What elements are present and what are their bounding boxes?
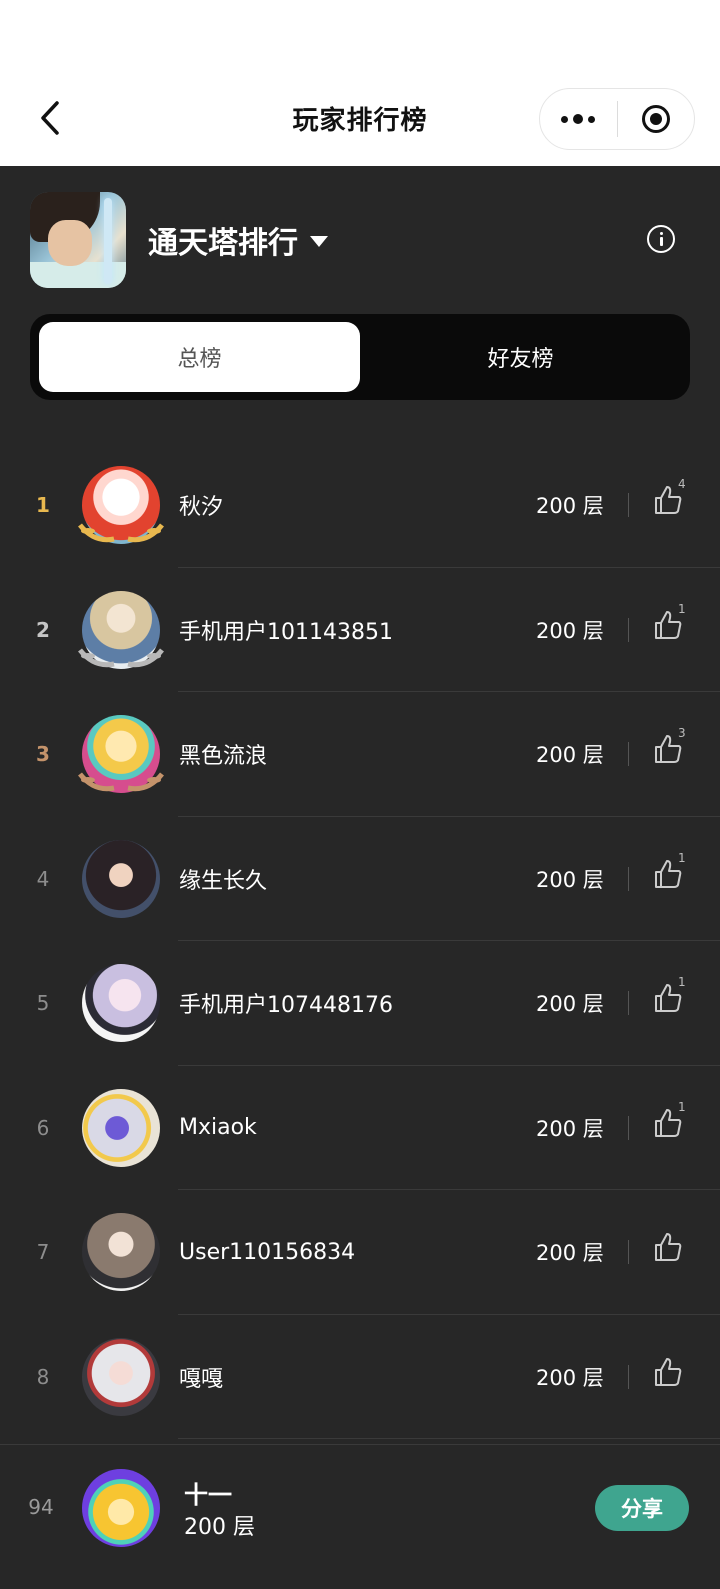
rank-number: 3 [36, 742, 50, 766]
my-rank-bar: 94 十一 200 层 分享 [0, 1444, 720, 1589]
list-item[interactable]: 7 User110156834 200 层 [0, 1190, 720, 1315]
my-name: 十一 [184, 1481, 232, 1509]
like-button[interactable] [653, 1356, 683, 1390]
game-icon [30, 192, 126, 288]
list-item[interactable]: 5 手机用户107448176 200 层 1 [0, 941, 720, 1066]
my-rank-number: 94 [28, 1495, 54, 1519]
info-icon[interactable] [647, 225, 675, 253]
divider [628, 617, 629, 642]
player-name: 缘生长久 [179, 868, 268, 894]
player-name: 手机用户107448176 [179, 993, 393, 1018]
player-name: User110156834 [179, 1239, 356, 1265]
divider [628, 866, 629, 891]
player-score: 200 层 [536, 1365, 604, 1390]
player-name: 手机用户101143851 [179, 619, 393, 645]
rank-number: 1 [36, 493, 50, 517]
like-count: 4 [678, 477, 686, 491]
bronze-laurel-icon [78, 772, 164, 792]
like-count: 3 [678, 726, 686, 740]
nav-bar: 玩家排行榜 [0, 0, 720, 166]
more-button[interactable] [540, 89, 617, 149]
player-score: 200 层 [536, 1241, 604, 1265]
like-button[interactable] [653, 1231, 683, 1265]
avatar [82, 1088, 160, 1167]
avatar [82, 1213, 160, 1291]
list-item[interactable]: 6 Mxiaok 200 层 1 [0, 1066, 720, 1190]
player-score: 200 层 [536, 494, 604, 518]
my-score: 200 层 [184, 1515, 255, 1540]
silver-laurel-icon [78, 647, 164, 667]
caret-down-icon [310, 235, 328, 247]
close-button[interactable] [618, 89, 695, 149]
avatar [82, 1337, 160, 1416]
row-divider [178, 1438, 720, 1439]
player-score: 200 层 [536, 867, 604, 892]
like-count: 1 [678, 1099, 686, 1114]
thumbs-up-icon [655, 1233, 682, 1261]
like-count: 1 [678, 601, 686, 616]
game-header: 通天塔排行 [0, 166, 720, 296]
rank-number: 6 [36, 1115, 50, 1140]
avatar [82, 839, 160, 918]
game-title: 通天塔排行 [148, 226, 298, 261]
divider [628, 742, 629, 766]
target-icon [641, 105, 670, 133]
more-dots-icon [561, 114, 596, 124]
player-name: 嘎嘎 [179, 1366, 224, 1392]
list-item[interactable]: 4 缘生长久 200 层 1 [0, 817, 720, 941]
avatar [82, 964, 160, 1042]
list-item[interactable]: 3 黑色流浪 200 层 3 [0, 692, 720, 817]
player-name: 秋汐 [179, 495, 224, 520]
ranking-list: 1 秋汐 200 层 4 2 手机用户101143851 200 层 1 3 黑… [0, 443, 720, 1439]
tab-overall[interactable]: 总榜 [39, 322, 360, 392]
player-name: 黑色流浪 [179, 744, 268, 769]
divider [628, 1364, 629, 1389]
divider [628, 493, 629, 517]
gold-laurel-icon [78, 523, 164, 543]
game-title-dropdown[interactable]: 通天塔排行 [148, 218, 328, 262]
rank-number: 2 [36, 617, 50, 642]
list-item[interactable]: 8 嘎嘎 200 层 [0, 1315, 720, 1439]
list-item[interactable]: 2 手机用户101143851 200 层 1 [0, 568, 720, 692]
tab-friends[interactable]: 好友榜 [360, 322, 681, 392]
divider [628, 991, 629, 1015]
player-score: 200 层 [536, 743, 604, 767]
player-score: 200 层 [536, 618, 604, 643]
my-avatar [82, 1469, 160, 1547]
share-button[interactable]: 分享 [595, 1485, 689, 1531]
player-score: 200 层 [536, 1116, 604, 1141]
ranking-tabs: 总榜 好友榜 [30, 314, 690, 400]
player-score: 200 层 [536, 992, 604, 1016]
rank-number: 8 [36, 1364, 50, 1389]
rank-number: 7 [36, 1240, 50, 1264]
rank-number: 4 [36, 866, 50, 891]
like-count: 1 [678, 975, 686, 989]
divider [628, 1240, 629, 1264]
mini-program-capsule [539, 88, 695, 150]
thumbs-up-icon [655, 1357, 682, 1386]
player-name: Mxiaok [179, 1115, 257, 1140]
like-count: 1 [678, 850, 686, 865]
list-item[interactable]: 1 秋汐 200 层 4 [0, 443, 720, 568]
divider [628, 1115, 629, 1140]
rank-number: 5 [36, 991, 50, 1015]
